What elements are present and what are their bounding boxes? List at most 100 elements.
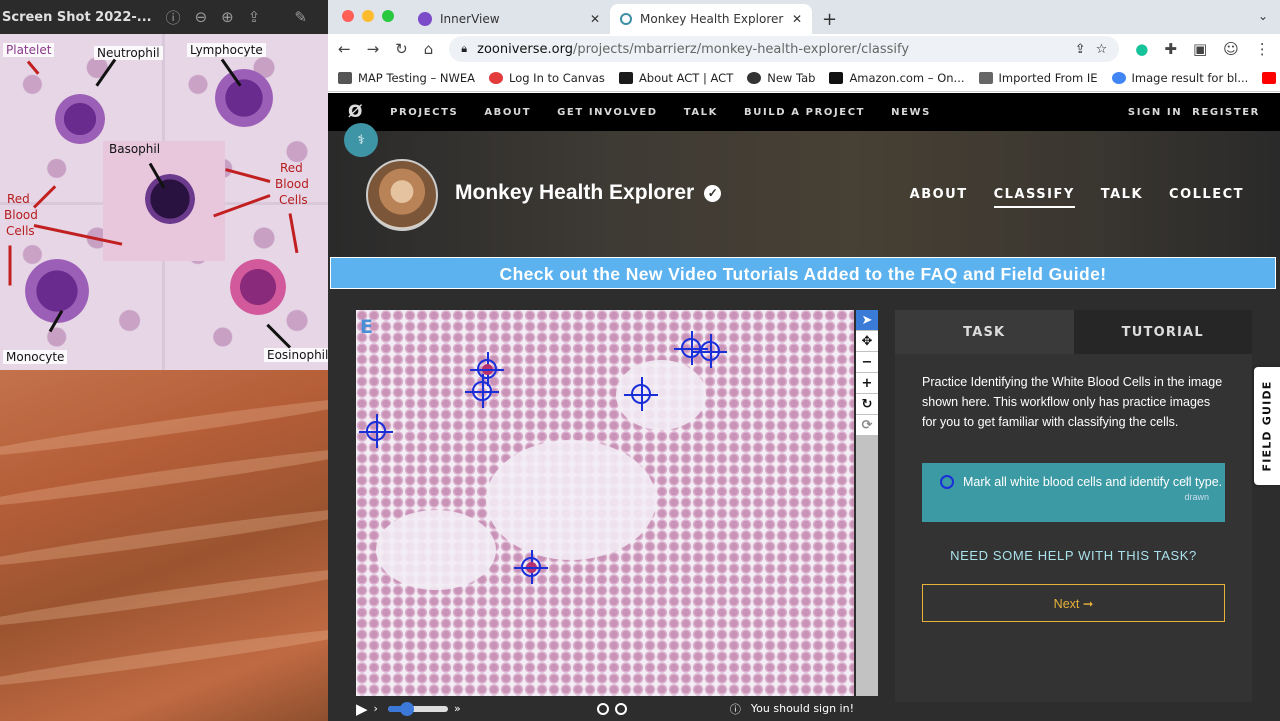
label-eosinophil: Eosinophil [264, 348, 330, 362]
nav-projects[interactable]: PROJECTS [390, 107, 458, 118]
cell-marker[interactable] [693, 334, 727, 368]
screen: Screen Shot 2022-... ⓘ ⊖ ⊕ ⇪ ✎ Platelet … [0, 0, 1280, 721]
rotate-tool-icon[interactable]: ↻ [856, 394, 878, 414]
project-nav-talk[interactable]: TALK [1101, 187, 1143, 208]
need-help-link[interactable]: NEED SOME HELP WITH THIS TASK? [895, 548, 1252, 563]
zoom-out-icon[interactable]: ⊖ [195, 8, 208, 26]
fast-forward-icon[interactable]: » [454, 702, 461, 715]
bookmark-item[interactable]: Log In to Canvas [488, 71, 605, 85]
tab-task[interactable]: TASK [895, 310, 1074, 354]
bookmark-item[interactable]: Amazon.com – On... [829, 71, 965, 85]
minimize-window-button[interactable] [362, 10, 374, 22]
crosshair-icon [940, 475, 954, 489]
cell-marker[interactable] [514, 550, 548, 584]
cell-marker[interactable] [674, 331, 708, 365]
move-tool-icon[interactable]: ✥ [856, 331, 878, 351]
menu-icon[interactable]: ⋮ [1255, 40, 1270, 58]
project-title: Monkey Health Explorer ✓ [455, 181, 722, 205]
tab-monkey-health-explorer[interactable]: Monkey Health Explorer » Clas ✕ [610, 4, 812, 34]
home-icon[interactable]: ⌂ [424, 40, 434, 58]
close-tab-icon[interactable]: ✕ [590, 12, 600, 26]
project-nav-about[interactable]: ABOUT [910, 187, 968, 208]
cell-marker[interactable] [465, 374, 499, 408]
bookmark-item[interactable]: Imported From IE [978, 71, 1098, 85]
task-tabs: TASK TUTORIAL [895, 310, 1252, 354]
zoom-in-tool-icon[interactable]: + [856, 373, 878, 393]
project-avatar [366, 159, 438, 231]
tab-label: InnerView [440, 12, 500, 26]
nav-about[interactable]: ABOUT [484, 107, 531, 118]
side-panel-icon[interactable]: ▣ [1193, 40, 1207, 58]
reset-tool-icon[interactable]: ⟳ [856, 415, 878, 435]
markup-icon[interactable]: ✎ [294, 8, 307, 26]
project-nav-collect[interactable]: COLLECT [1169, 187, 1244, 208]
bookmark-item[interactable]: About ACT | ACT [618, 71, 733, 85]
sign-in-note[interactable]: You should sign in! [751, 702, 854, 715]
grammarly-icon[interactable]: ● [1135, 40, 1148, 58]
bookmark-item[interactable]: Image result for bl... [1111, 71, 1248, 85]
bookmark-item[interactable]: MAP Testing – NWEA [338, 71, 475, 85]
drawn-counter: 7 drawn [1184, 477, 1209, 502]
tab-tutorial[interactable]: TUTORIAL [1073, 310, 1252, 354]
label-lymphocyte: Lymphocyte [187, 43, 266, 57]
playback-slider[interactable] [387, 701, 448, 716]
tab-label: Monkey Health Explorer » Clas [640, 12, 784, 26]
canvas-icon [488, 71, 503, 84]
sign-in-link[interactable]: SIGN IN [1128, 107, 1182, 118]
bookmark-item[interactable]: New Tab [747, 71, 815, 85]
share-icon[interactable]: ⇪ [1075, 42, 1086, 57]
zooniverse-page: Ø PROJECTS ABOUT GET INVOLVED TALK BUILD… [328, 93, 1280, 721]
project-nav: ABOUT CLASSIFY TALK COLLECT [910, 187, 1244, 208]
play-icon[interactable]: ▶ [356, 700, 368, 718]
nav-get-involved[interactable]: GET INVOLVED [557, 107, 658, 118]
announcement-banner[interactable]: Check out the New Video Tutorials Added … [330, 257, 1276, 289]
zoom-out-tool-icon[interactable]: − [856, 352, 878, 372]
cell-marker[interactable] [470, 352, 504, 386]
label-monocyte: Monocyte [3, 350, 68, 364]
zooniverse-logo-icon[interactable]: Ø [348, 102, 364, 122]
forward-icon[interactable]: → [367, 40, 380, 58]
close-tab-icon[interactable]: ✕ [792, 12, 802, 26]
extensions-icon[interactable]: ✚ [1164, 40, 1177, 58]
next-button[interactable]: Next ➞ [922, 584, 1225, 622]
info-icon[interactable]: ⓘ [166, 7, 181, 28]
tab-innerview[interactable]: InnerView ✕ [408, 4, 610, 34]
label-platelet: Platelet [3, 43, 55, 57]
nav-build-project[interactable]: BUILD A PROJECT [744, 107, 865, 118]
url-field[interactable]: 🔒︎ zooniverse.org/projects/mbarrierz/mon… [449, 36, 1120, 62]
nav-talk[interactable]: TALK [684, 107, 718, 118]
field-guide-label: FIELD GUIDE [1260, 380, 1274, 472]
subject-image[interactable]: E [356, 310, 854, 696]
bookmark-item[interactable] [1262, 71, 1277, 84]
bookmark-star-icon[interactable]: ☆ [1096, 42, 1108, 57]
share-icon[interactable]: ⇪ [248, 8, 261, 26]
lock-icon: 🔒︎ [461, 42, 468, 55]
label-red-right-2: Blood [275, 177, 309, 191]
zoom-window-button[interactable] [382, 10, 394, 22]
pointer-tool-icon[interactable]: ➤ [856, 310, 878, 330]
cell-marker[interactable] [359, 414, 393, 448]
tool-label: Mark all white blood cells and identify … [963, 475, 1223, 489]
zoom-in-icon[interactable]: ⊕ [221, 8, 234, 26]
back-icon[interactable]: ← [338, 40, 351, 58]
tab-search-chevron-icon[interactable]: ⌄ [1258, 9, 1268, 23]
google-icon [1111, 71, 1126, 84]
register-link[interactable]: REGISTER [1192, 107, 1260, 118]
field-guide-tab[interactable]: FIELD GUIDE [1254, 367, 1280, 485]
mark-white-cells-tool[interactable]: Mark all white blood cells and identify … [922, 463, 1225, 522]
new-tab-button[interactable]: + [822, 9, 837, 30]
reload-icon[interactable]: ↻ [395, 40, 408, 58]
profile-avatar[interactable]: ☺ [1223, 40, 1239, 58]
address-bar-row: ← → ↻ ⌂ 🔒︎ zooniverse.org/projects/mbarr… [328, 34, 1280, 64]
project-nav-classify[interactable]: CLASSIFY [993, 187, 1075, 208]
close-window-button[interactable] [342, 10, 354, 22]
task-instructions: Practice Identifying the White Blood Cel… [922, 375, 1223, 429]
nav-news[interactable]: NEWS [891, 107, 931, 118]
frame-dot[interactable] [614, 702, 627, 715]
blood-cell-diagram: Platelet Neutrophil Lymphocyte Basophil … [0, 34, 330, 370]
folder-icon [338, 71, 352, 84]
organization-badge-icon[interactable]: ⚕ [344, 123, 378, 157]
cell-marker[interactable] [624, 377, 658, 411]
frame-dot-active[interactable] [596, 702, 609, 715]
innerview-icon [418, 12, 432, 26]
